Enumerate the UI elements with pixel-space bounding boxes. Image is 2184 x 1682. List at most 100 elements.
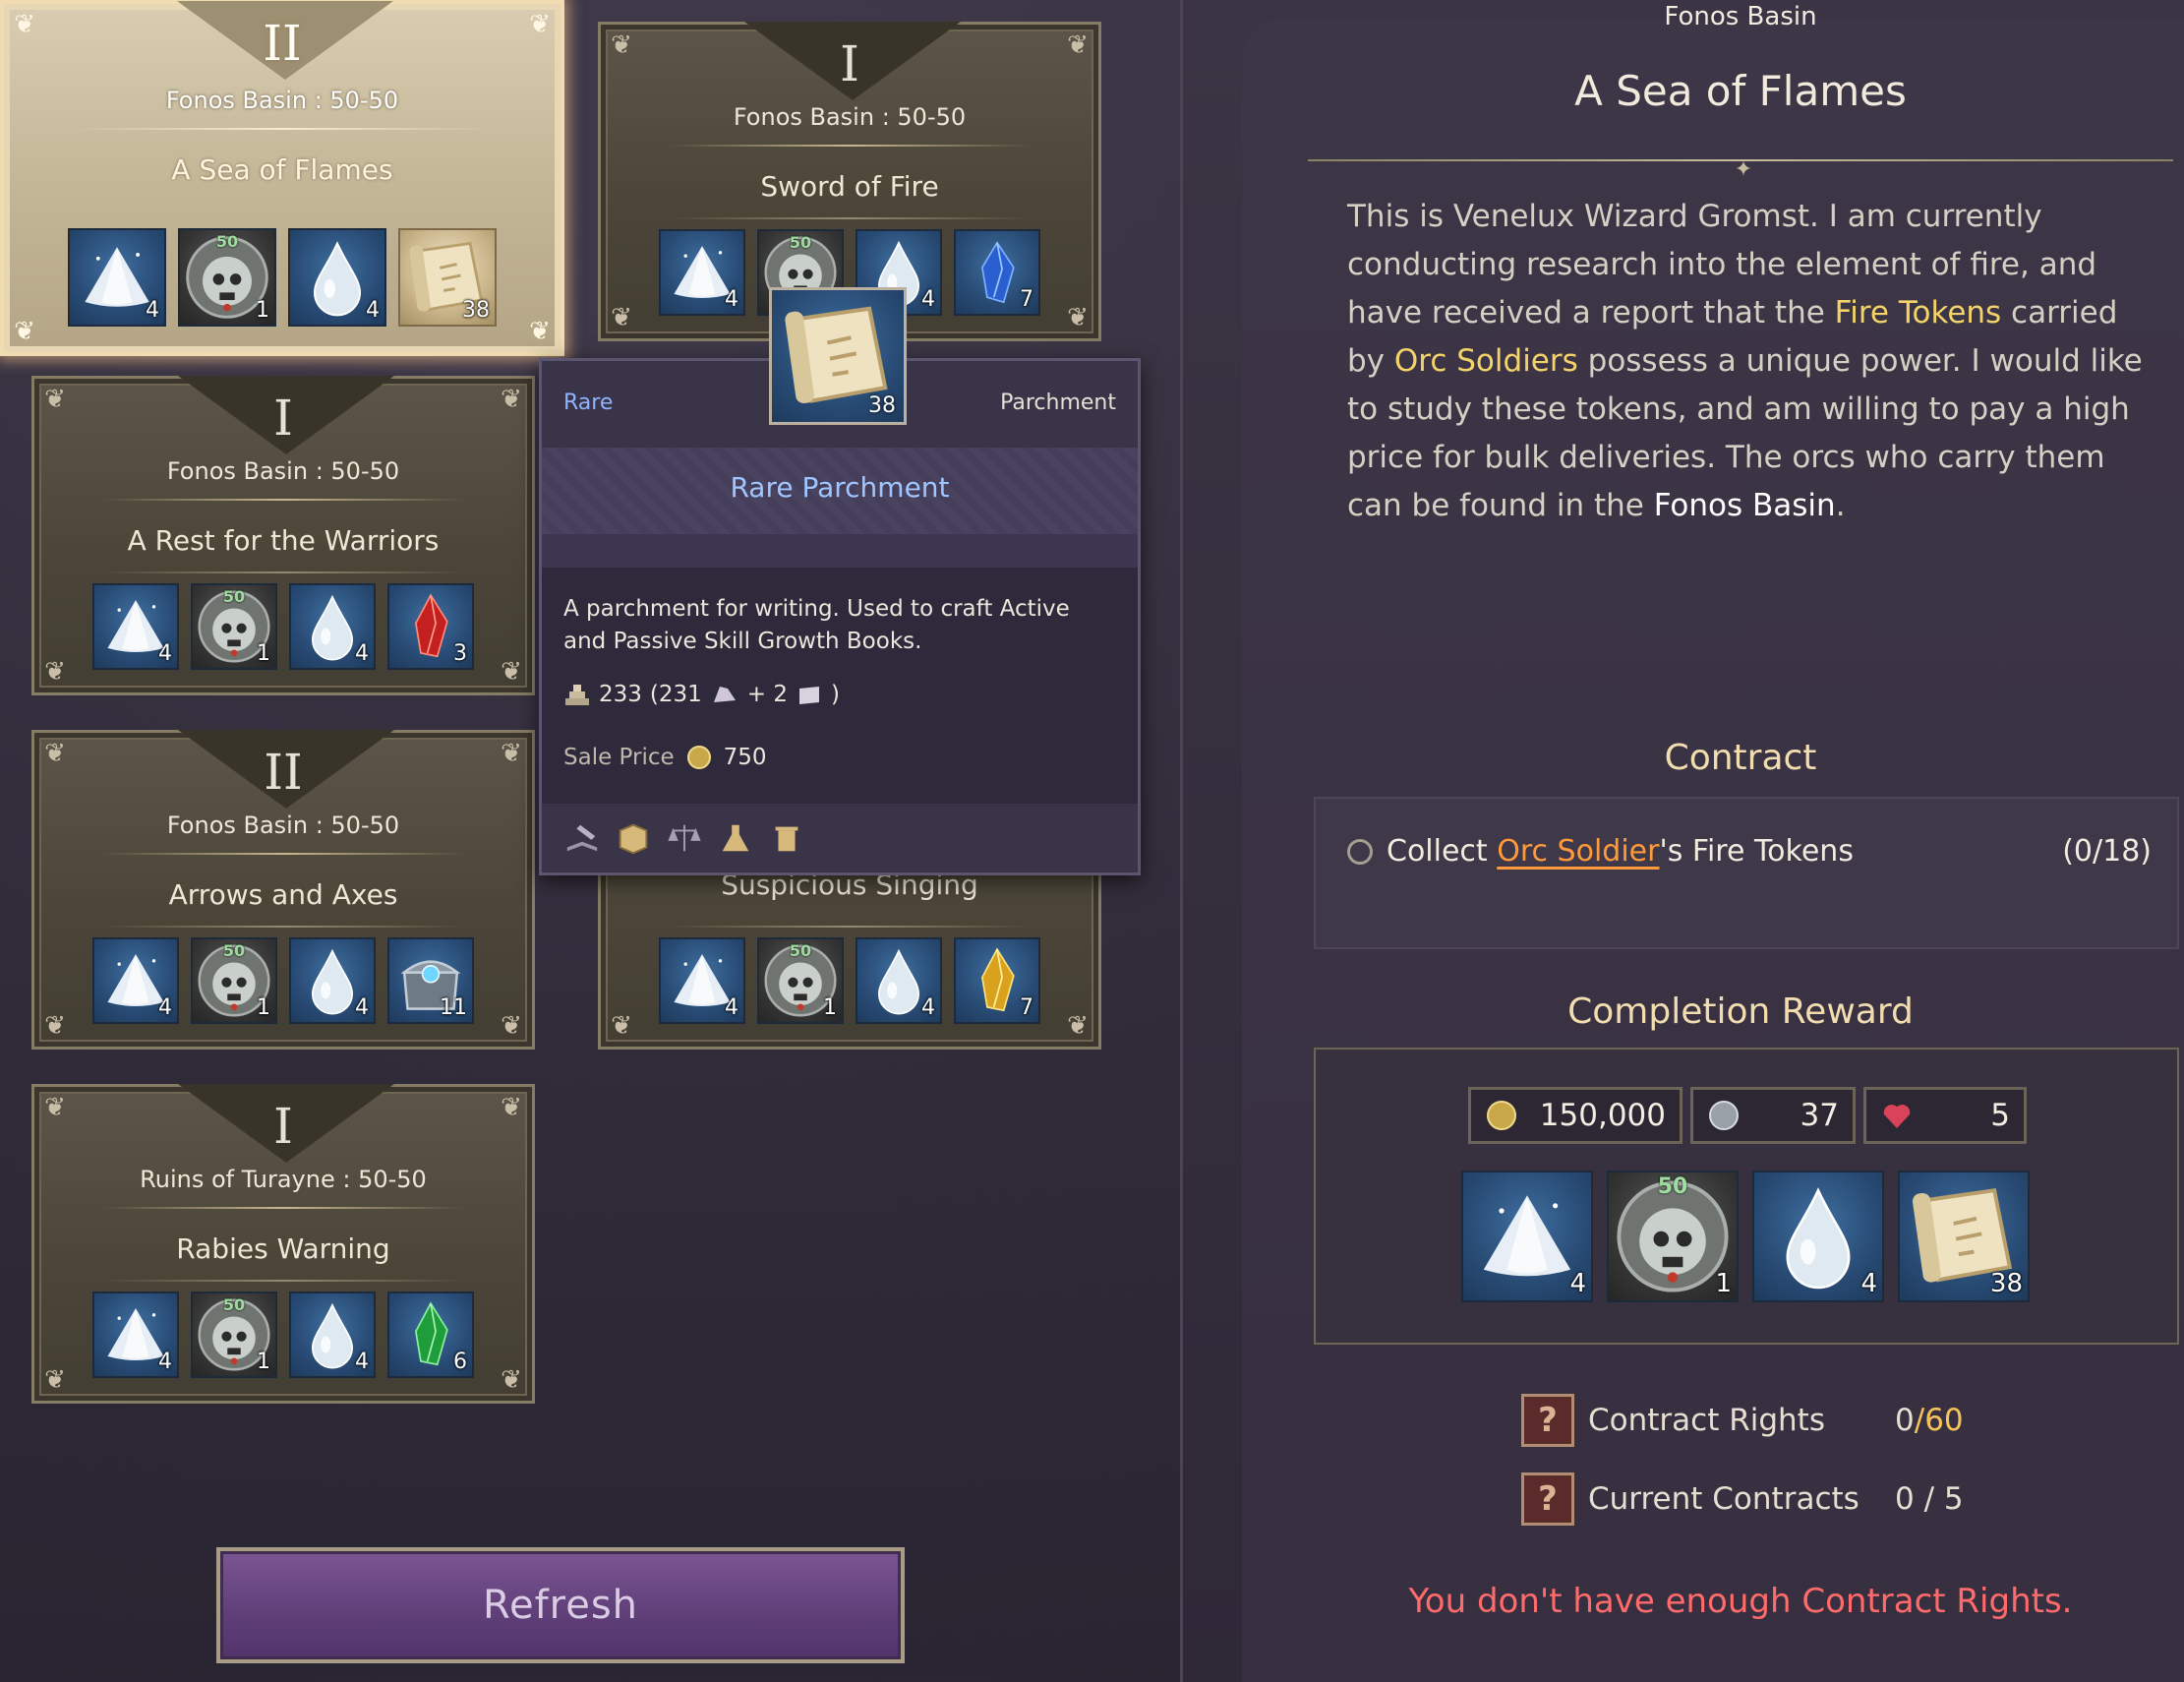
reward-slot[interactable]: 50 1 — [1607, 1171, 1739, 1302]
warning-message: You don't have enough Contract Rights. — [1408, 1582, 2073, 1621]
item-count: 38 — [868, 393, 896, 418]
contract-region-level: Fonos Basin : 50-50 — [166, 457, 400, 485]
item-count: 4 — [355, 641, 369, 666]
item-count: 38 — [462, 298, 490, 323]
item-level: 50 — [222, 941, 246, 960]
objective-row: Collect Orc Soldier's Fire Tokens (0/18) — [1347, 834, 2152, 869]
reward-slot[interactable]: 50 1 — [191, 583, 277, 670]
contract-tier: I — [273, 390, 293, 447]
reward-slot[interactable]: 50 1 — [178, 228, 276, 327]
orc-soldier-link[interactable]: Orc Soldier — [1497, 834, 1659, 869]
item-level: 50 — [789, 941, 812, 960]
reward-slot[interactable]: 4 — [68, 228, 166, 327]
book-icon[interactable] — [563, 819, 601, 857]
fonos-basin-highlight: Fonos Basin — [1653, 488, 1836, 523]
reward-slot[interactable]: 4 — [92, 1292, 179, 1378]
contract-tier: II — [263, 15, 302, 72]
contract-section-title: Contract — [1664, 738, 1817, 778]
scales-icon[interactable] — [666, 819, 703, 857]
heart-icon — [1883, 1105, 1911, 1128]
item-count: 7 — [1020, 995, 1033, 1020]
reward-slot[interactable]: 3 — [387, 583, 474, 670]
reward-slot[interactable]: 38 — [1898, 1171, 2030, 1302]
contract-title: A Rest for the Warriors — [127, 524, 440, 557]
contract-rewards: 4 50 1 4 11 — [34, 937, 532, 1024]
current-contracts-value: 0 / 5 — [1895, 1481, 1964, 1517]
item-count: 1 — [823, 995, 837, 1020]
item-count: 4 — [1569, 1269, 1586, 1298]
reward-slot[interactable]: 4 — [288, 228, 386, 327]
contract-rewards: 4 50 1 4 38 — [4, 228, 561, 327]
inventory-bag-icon — [713, 687, 736, 702]
flask-icon[interactable] — [717, 819, 754, 857]
contract-region-level: Ruins of Turayne : 50-50 — [140, 1166, 427, 1193]
reward-slot[interactable]: 7 — [954, 937, 1040, 1024]
item-count: 4 — [725, 287, 738, 312]
reward-slot-hovered[interactable]: 38 — [398, 228, 497, 327]
item-name: Rare Parchment — [730, 471, 950, 504]
contract-card-rabies-warning[interactable]: ❦ ❦ ❦ ❦ I Ruins of Turayne : 50-50 Rabie… — [31, 1084, 535, 1404]
box-icon[interactable] — [615, 819, 652, 857]
gold-coin-icon — [1487, 1101, 1516, 1130]
item-level: 50 — [222, 587, 246, 606]
reward-slot[interactable]: 4 — [92, 937, 179, 1024]
current-contracts-label: Current Contracts — [1588, 1481, 1859, 1517]
divider — [73, 128, 492, 130]
reward-slot[interactable]: 6 — [387, 1292, 474, 1378]
item-count: 38 — [1989, 1269, 2023, 1298]
divider — [103, 926, 463, 928]
contract-objectives: Collect Orc Soldier's Fire Tokens (0/18) — [1314, 797, 2179, 949]
objective-status-icon — [1347, 838, 1373, 865]
reward-slot[interactable]: 50 1 — [191, 1292, 277, 1378]
storage-box-icon — [799, 687, 819, 704]
objective-progress: (0/18) — [2062, 834, 2152, 869]
item-level: 50 — [1657, 1174, 1688, 1199]
reward-slot[interactable]: 4 — [1752, 1171, 1884, 1302]
reward-slot[interactable]: 4 — [289, 937, 376, 1024]
orc-soldiers-highlight: Orc Soldiers — [1393, 343, 1578, 379]
item-level: 50 — [215, 232, 239, 251]
contract-region-level: Fonos Basin : 50-50 — [733, 103, 967, 131]
reward-slot[interactable]: 4 — [856, 937, 942, 1024]
stock-total: 233 — [599, 682, 642, 707]
help-icon[interactable]: ? — [1521, 1394, 1574, 1447]
objective-prefix: Collect — [1387, 834, 1488, 869]
item-count: 4 — [725, 995, 738, 1020]
reward-slot[interactable]: 4 — [659, 229, 745, 316]
divider — [670, 145, 1030, 147]
item-count: 4 — [921, 995, 935, 1020]
item-count: 7 — [1020, 287, 1033, 312]
trash-icon[interactable] — [768, 819, 805, 857]
completion-reward-title: Completion Reward — [1567, 991, 1914, 1032]
contract-card-a-sea-of-flames[interactable]: ❦ ❦ ❦ ❦ II Fonos Basin : 50-50 A Sea of … — [0, 0, 564, 356]
reward-slot[interactable]: 4 — [92, 583, 179, 670]
reward-slot[interactable]: 50 1 — [191, 937, 277, 1024]
silver-coin-icon — [1709, 1101, 1739, 1130]
contract-card-arrows-and-axes[interactable]: ❦ ❦ ❦ ❦ II Fonos Basin : 50-50 Arrows an… — [31, 730, 535, 1050]
reward-slot[interactable]: 11 — [387, 937, 474, 1024]
contract-region-level: Fonos Basin : 50-50 — [166, 811, 400, 839]
stock-inventory: (231 — [649, 682, 702, 707]
contract-card-a-rest-for-the-warriors[interactable]: ❦ ❦ ❦ ❦ I Fonos Basin : 50-50 A Rest for… — [31, 376, 535, 695]
reward-slot[interactable]: 7 — [954, 229, 1040, 316]
detail-region: Fonos Basin — [1664, 2, 1817, 31]
reward-slot[interactable]: 4 — [289, 583, 376, 670]
detail-title: A Sea of Flames — [1574, 67, 1907, 115]
divider — [670, 217, 1030, 219]
completion-reward-items: 4 50 1 4 38 — [1461, 1171, 2030, 1302]
stock-close: ) — [831, 682, 840, 707]
contract-rewards: 4 50 1 4 3 — [34, 583, 532, 670]
refresh-button[interactable]: Refresh — [216, 1547, 905, 1663]
reward-slot[interactable]: 4 — [659, 937, 745, 1024]
item-count: 4 — [158, 1350, 172, 1374]
reward-slot[interactable]: 4 — [289, 1292, 376, 1378]
divider-ornament: ✦ — [1734, 157, 1753, 182]
contract-title: Arrows and Axes — [168, 878, 398, 911]
item-count: 4 — [146, 298, 159, 323]
reward-slot[interactable]: 50 1 — [757, 937, 844, 1024]
item-count: 4 — [921, 287, 935, 312]
help-icon[interactable]: ? — [1521, 1472, 1574, 1526]
reward-slot[interactable]: 4 — [1461, 1171, 1593, 1302]
gold-reward: 150,000 — [1468, 1087, 1682, 1144]
stock-storage: + 2 — [746, 682, 788, 707]
